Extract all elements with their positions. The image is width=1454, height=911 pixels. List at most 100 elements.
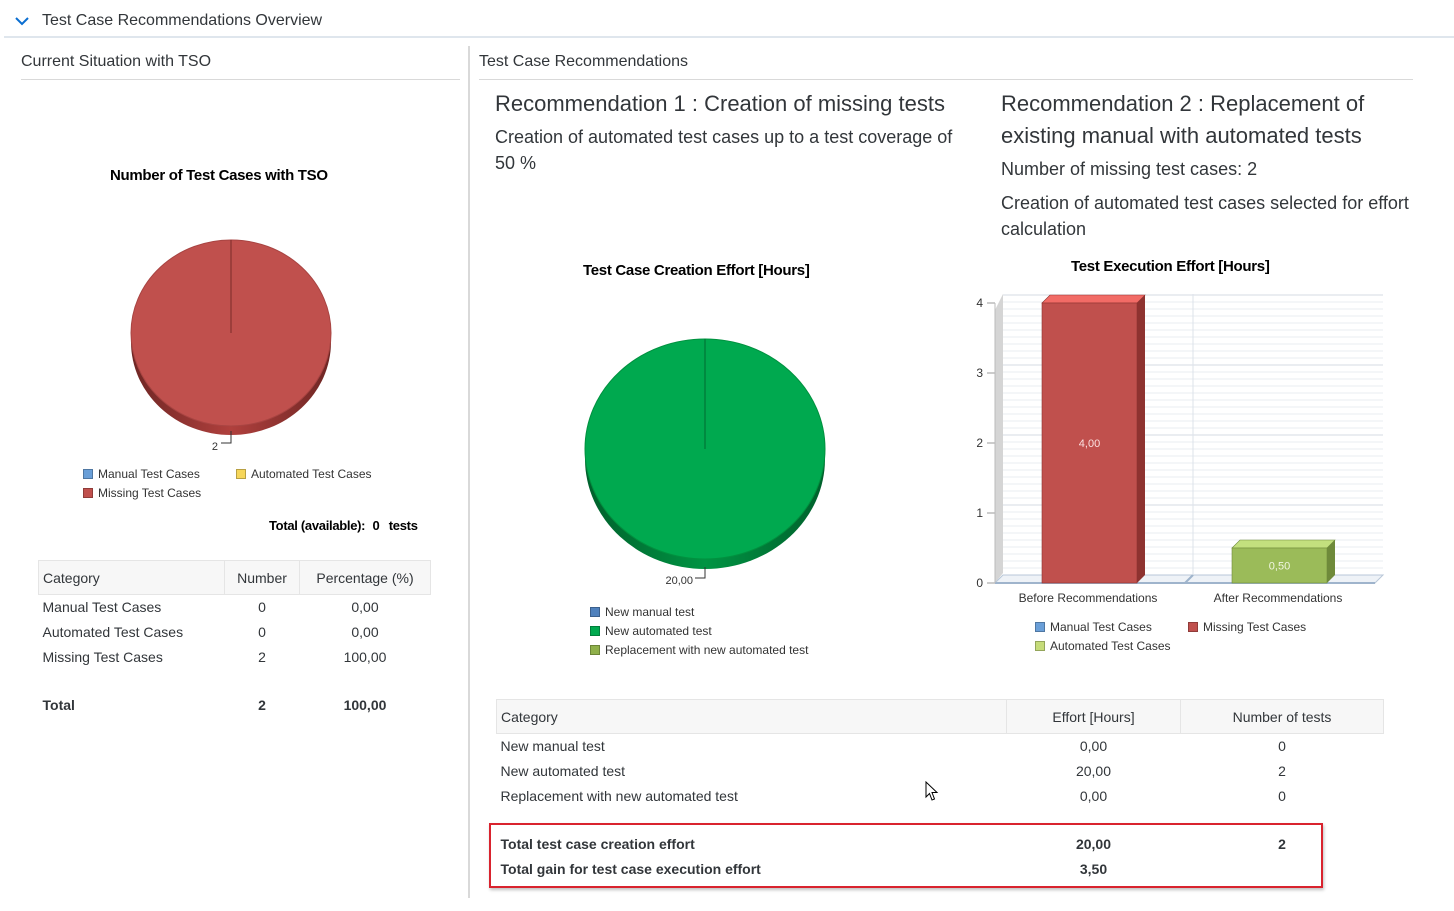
left-section-divider: [21, 79, 460, 80]
legend-label: Automated Test Cases: [251, 467, 372, 481]
table-cell: 0,00: [1079, 788, 1108, 804]
legend-label: Manual Test Cases: [1050, 620, 1152, 634]
table-header-percentage: Percentage (%): [299, 560, 431, 595]
table-cell: Total: [42, 697, 75, 713]
bar-data-label: 0,50: [1269, 561, 1290, 573]
x-tick-before: Before Recommendations: [1019, 591, 1158, 605]
table-row: New manual test 0,00 0: [497, 734, 1384, 759]
table-cell: Automated Test Cases: [42, 624, 184, 640]
x-tick-after: After Recommendations: [1214, 591, 1343, 605]
header-title: Test Case Recommendations Overview: [42, 12, 323, 29]
total-available-value: 0: [372, 518, 380, 533]
left-summary-table: Category Number Percentage (%) Manual Te…: [38, 560, 431, 718]
y-tick-label: 4: [976, 296, 983, 310]
rec2-legend-missing: Missing Test Cases: [1188, 620, 1306, 634]
legend-swatch: [1035, 641, 1045, 651]
legend-swatch: [236, 469, 246, 479]
table-header-number-of-tests: Number of tests: [1180, 699, 1384, 734]
chevron-down-icon: [15, 17, 29, 26]
total-available-unit: tests: [388, 518, 418, 533]
table-header-category: Category: [38, 560, 225, 595]
table-cell: 0: [1278, 738, 1286, 755]
rec1-title: Recommendation 1 : Creation of missing t…: [495, 91, 945, 116]
legend-swatch: [590, 626, 600, 636]
left-legend-manual: Manual Test Cases: [83, 467, 200, 481]
table-cell: 0: [1278, 788, 1286, 804]
table-header-row: Category Number Percentage (%): [38, 560, 431, 595]
y-tick-label: 1: [976, 506, 983, 520]
table-cell: Missing Test Cases: [42, 649, 163, 665]
legend-label: New manual test: [605, 605, 695, 619]
table-row: Automated Test Cases 0 0,00: [39, 620, 431, 645]
table-header-effort: Effort [Hours]: [1006, 699, 1181, 734]
legend-label: New automated test: [605, 624, 712, 638]
y-tick-label: 2: [976, 436, 983, 450]
legend-label: Manual Test Cases: [98, 467, 200, 481]
table-total-row: Total 2 100,00: [39, 693, 431, 718]
bar-side-0: [1137, 295, 1145, 583]
header-divider: [4, 36, 1454, 38]
rec1-legend-replacement: Replacement with new automated test: [590, 643, 808, 657]
table-row: Missing Test Cases 2 100,00: [39, 645, 431, 670]
bar-top-1: [1231, 539, 1336, 549]
left-legend-automated: Automated Test Cases: [236, 467, 372, 481]
table-cell: 100,00: [343, 649, 387, 665]
table-cell: 0,00: [351, 624, 379, 640]
legend-label: Missing Test Cases: [1203, 620, 1307, 634]
left-section-title: Current Situation with TSO: [21, 53, 212, 70]
table-cell: New automated test: [500, 763, 626, 779]
table-header-row: Category Effort [Hours] Number of tests: [496, 699, 1384, 734]
legend-swatch: [1188, 622, 1198, 632]
right-section-divider: [479, 79, 1413, 80]
header-toggle[interactable]: Test Case Recommendations Overview: [14, 10, 354, 32]
y-axis: 0 1 2 3 4: [976, 296, 996, 590]
rec2-legend-manual: Manual Test Cases: [1035, 620, 1152, 634]
table-cell: 0,00: [351, 599, 379, 616]
total-available-label: Total (available):: [269, 518, 366, 533]
rec2-chart-title: Test Execution Effort [Hours]: [1071, 258, 1270, 275]
rec2-title: Recommendation 2 : Replacement of existi…: [1001, 91, 1365, 148]
mouse-cursor-icon: [925, 781, 939, 801]
table-cell: 2: [1278, 763, 1286, 779]
rec2-bar-chart: 0 1 2 3 4 4,00 0,50 Before Recommendations Af…: [976, 294, 1385, 605]
bar-data-label: 4,00: [1079, 438, 1100, 450]
rec2-missing-count: Number of missing test cases: 2: [1001, 159, 1258, 179]
bar-chart-wall: [995, 294, 1003, 583]
legend-label: Automated Test Cases: [1050, 639, 1171, 653]
rec1-legend-new-automated: New automated test: [590, 624, 712, 638]
table-cell: 0,00: [1079, 738, 1108, 755]
table-row: New automated test 20,00 2: [497, 759, 1384, 784]
column-divider: [468, 46, 470, 898]
legend-swatch: [590, 645, 600, 655]
table-cell: New manual test: [500, 738, 605, 755]
table-row: Replacement with new automated test 0,00…: [497, 784, 1384, 809]
table-row: Manual Test Cases 0 0,00: [39, 595, 431, 620]
y-tick-label: 3: [976, 366, 983, 380]
rec2-description: Creation of automated test cases selecte…: [1001, 193, 1409, 239]
bar-top-0: [1041, 294, 1146, 304]
legend-swatch: [1035, 622, 1045, 632]
legend-label: Missing Test Cases: [98, 486, 202, 500]
table-header-category: Category: [496, 699, 1007, 734]
rec1-legend-new-manual: New manual test: [590, 605, 694, 619]
left-total-available: Total (available): 0 tests: [269, 518, 418, 533]
totals-highlight-box: [489, 823, 1323, 888]
table-header-number: Number: [224, 560, 300, 595]
rec2-legend-automated: Automated Test Cases: [1035, 639, 1171, 653]
legend-label: Replacement with new automated test: [605, 643, 809, 657]
table-cell: Manual Test Cases: [42, 599, 162, 616]
left-pie-label: 2: [212, 441, 218, 453]
legend-swatch: [590, 607, 600, 617]
table-cell: 2: [258, 697, 266, 713]
rec1-chart-title: Test Case Creation Effort [Hours]: [583, 262, 810, 279]
right-section-title: Test Case Recommendations: [479, 53, 688, 70]
rec1-pie-chart: 20,00: [584, 338, 826, 587]
left-pie-chart: 2: [130, 239, 332, 453]
table-spacer-row: [39, 670, 431, 693]
legend-swatch: [83, 469, 93, 479]
table-cell: 20,00: [1075, 763, 1112, 779]
rec1-pie-label: 20,00: [665, 575, 693, 587]
table-cell: 0: [258, 599, 266, 616]
table-cell: 0: [258, 624, 266, 640]
y-tick-label: 0: [976, 576, 983, 590]
